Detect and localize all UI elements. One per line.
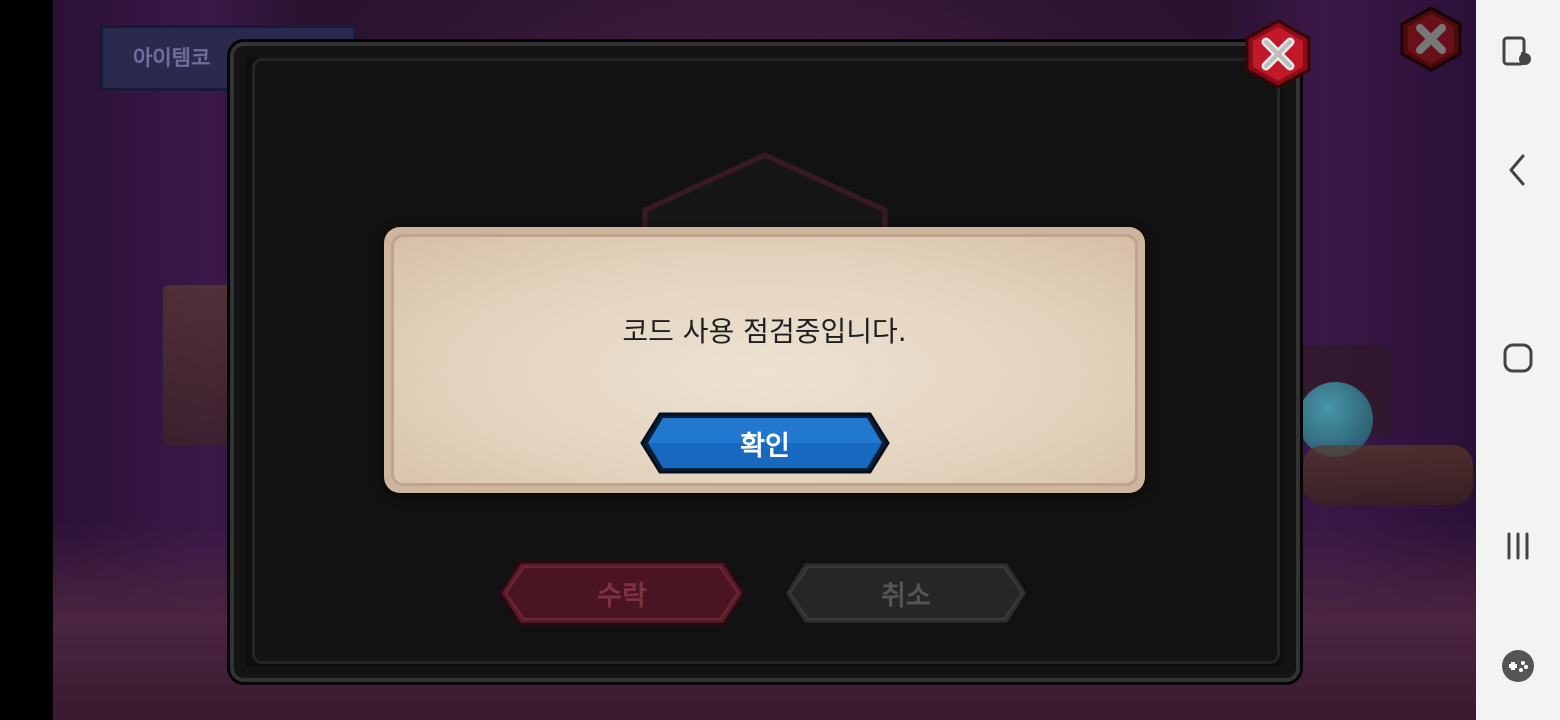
screen-touch-icon [1502,36,1531,66]
close-icon [1400,6,1462,72]
back-icon [1509,154,1525,186]
close-icon [1245,19,1311,89]
screen-touch-button[interactable] [1476,22,1560,82]
back-button[interactable] [1476,140,1560,200]
cancel-button[interactable]: 취소 [782,560,1030,626]
home-button[interactable] [1476,328,1560,388]
panel-close-button[interactable] [1242,18,1314,90]
recent-apps-button[interactable] [1476,516,1560,576]
accept-button[interactable]: 수락 [498,560,746,626]
home-icon [1503,343,1533,373]
dialog-message: 코드 사용 점검중입니다. [622,315,907,348]
game-tools-button[interactable] [1476,636,1560,696]
cancel-label: 취소 [881,580,931,612]
system-navbar [1476,0,1560,720]
game-tools-icon [1502,650,1534,682]
confirm-button[interactable]: 확인 [640,412,890,474]
recent-apps-icon [1507,532,1529,560]
accept-label: 수락 [597,580,647,612]
confirm-label: 확인 [740,430,790,462]
outer-close-button[interactable] [1398,6,1464,72]
scrolls [1303,445,1473,505]
